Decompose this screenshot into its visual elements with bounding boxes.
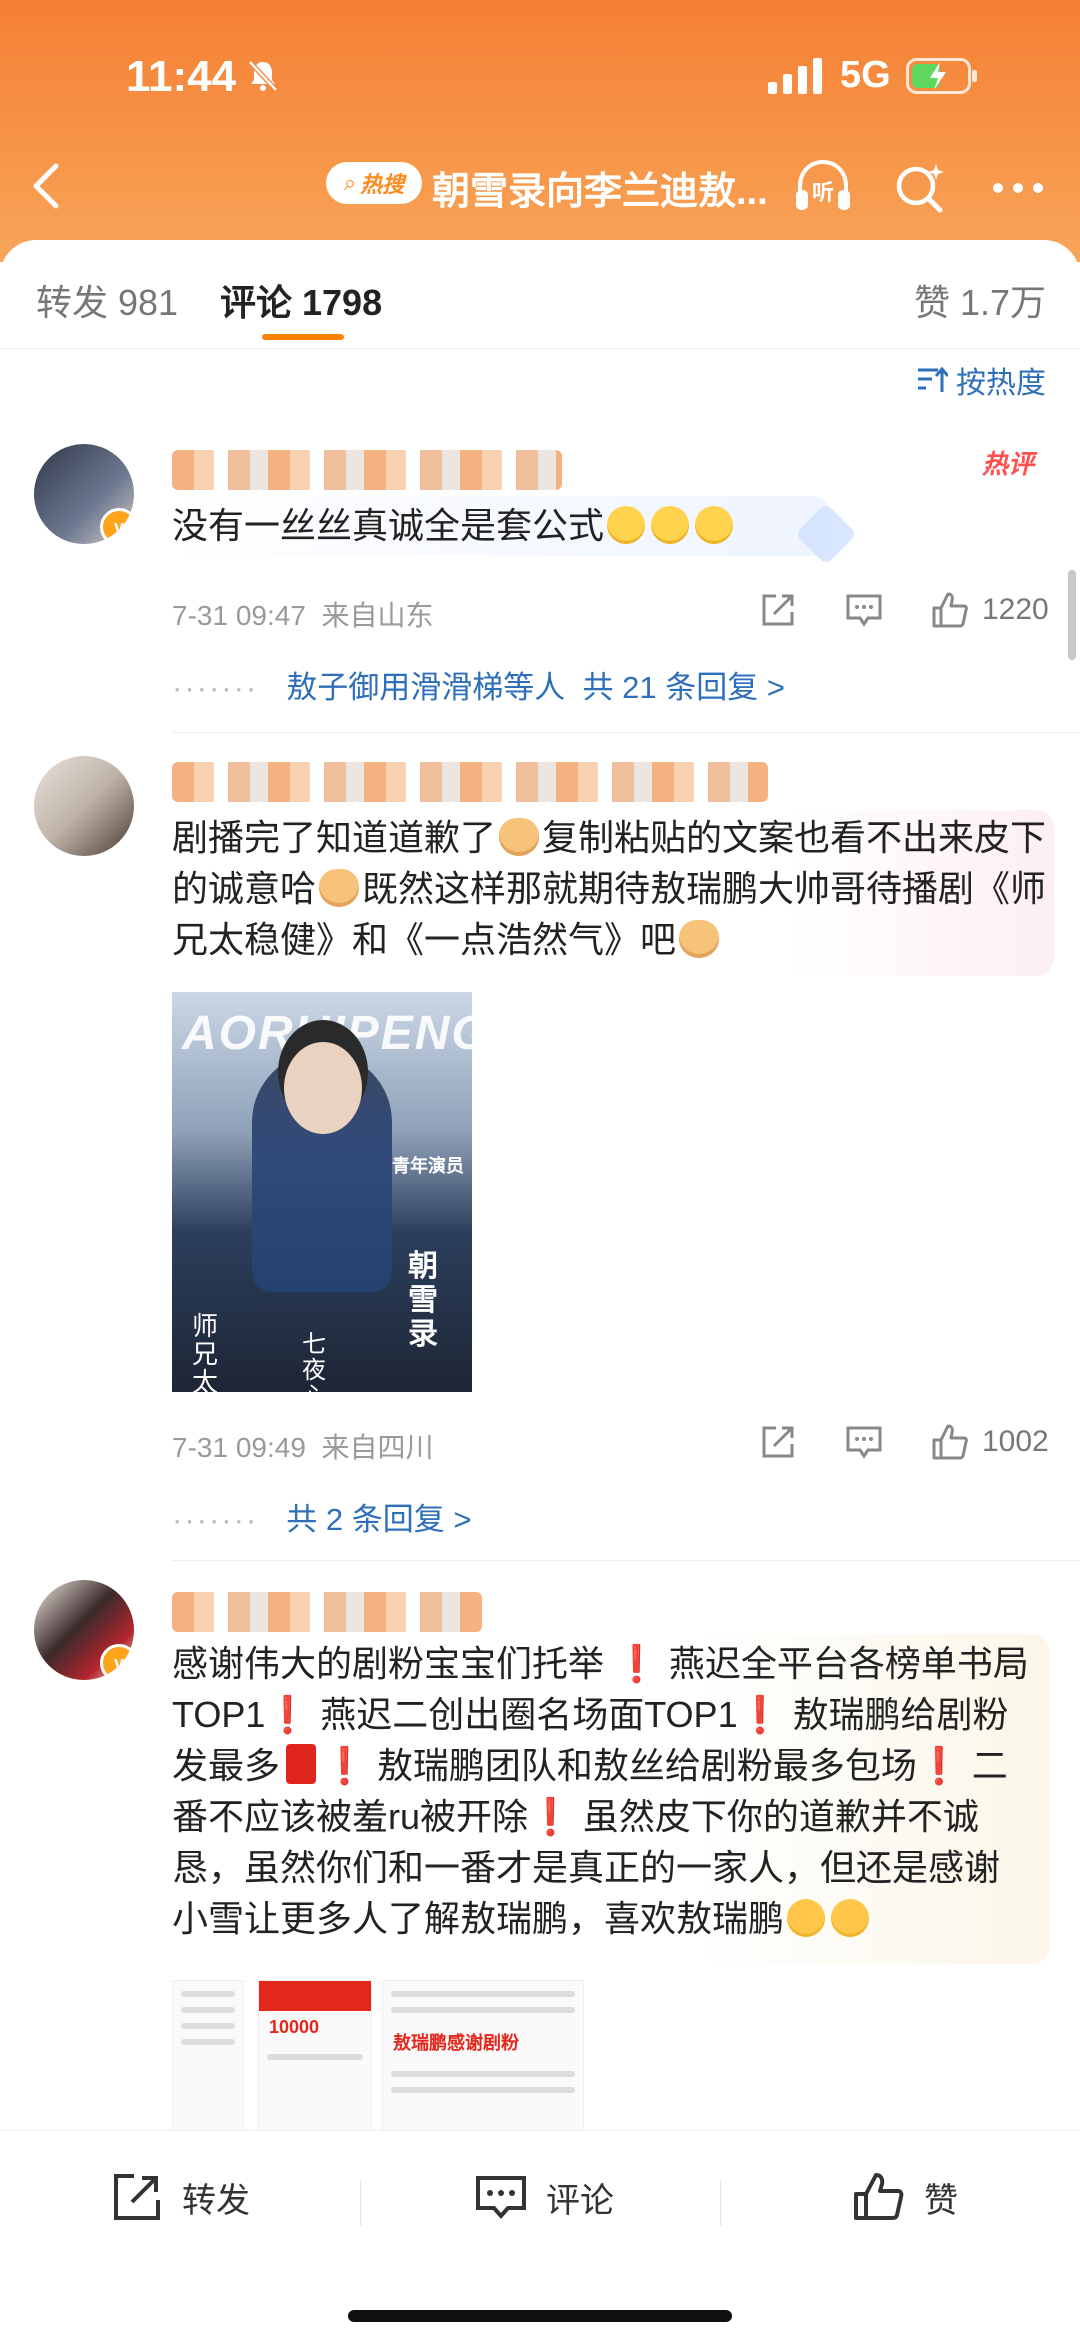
exclamation-icon: ❗ (916, 1745, 962, 1786)
like-count: 1220 (982, 593, 1049, 626)
back-chevron-icon[interactable] (26, 158, 66, 214)
divider (172, 732, 1080, 733)
comment-text: 感谢伟大的剧粉宝宝们托举 ❗ 燕迟全平台各榜单书局TOP1❗ 燕迟二创出圈名场面… (172, 1643, 1029, 1939)
reply-comment-icon[interactable] (844, 590, 884, 630)
signal-icon (768, 58, 822, 94)
battery-charging-icon (906, 58, 977, 94)
divider (172, 1560, 1080, 1561)
sweat-emoji-icon (695, 506, 734, 544)
comment-image-thumbnail[interactable] (172, 1980, 244, 2132)
sweat-emoji-icon (607, 506, 646, 544)
comment-image-poster[interactable]: AORUIPENG 青年演员 朝雪录 师兄太稳健 七夜心 (172, 992, 472, 1392)
avatar[interactable]: v (34, 444, 134, 544)
comment-image-thumbnail[interactable]: 10000 (258, 1980, 372, 2132)
comment-meta: 7-31 09:49 来自四川 (172, 1432, 434, 1463)
listen-headphones-icon[interactable]: 听 (792, 156, 854, 216)
home-indicator[interactable] (348, 2310, 732, 2322)
bottom-like-button[interactable]: 赞 (852, 2170, 958, 2224)
kiss-emoji-icon (787, 1899, 826, 1937)
thumbs-up-icon (854, 2173, 904, 2220)
hot-comment-tag: 热评 (982, 449, 1035, 479)
comment-actions: 1002 (758, 1422, 1049, 1462)
tab-repost[interactable]: 转发 981 (36, 274, 178, 326)
verified-badge-icon: v (100, 1644, 134, 1680)
status-time: 11:44 (126, 52, 237, 101)
verified-badge-icon: v (100, 508, 134, 544)
avatar[interactable] (34, 756, 134, 856)
status-bar: 11:44 5G (0, 0, 1080, 150)
more-options-icon[interactable] (990, 180, 1046, 196)
reply-comment-icon[interactable] (844, 1422, 884, 1462)
bottom-repost-button[interactable]: 转发 (110, 2170, 250, 2224)
divider (360, 2180, 361, 2226)
tab-bar: 转发 981 评论 1798 赞 1.7万 (0, 240, 1080, 349)
thumbs-up-icon[interactable] (930, 590, 970, 630)
comment-meta: 7-31 09:47 来自山东 (172, 600, 434, 631)
kiss-emoji-icon (831, 1899, 870, 1937)
username-blurred[interactable] (172, 1592, 482, 1632)
comment-text: 剧播完了知道道歉了 复制粘贴的文案也看不出来皮下的诚意哈 既然这样那就期待敖瑞鹏大帅… (172, 817, 1047, 960)
network-type: 5G (840, 54, 891, 96)
comment-text: 没有一丝丝真诚全是套公式 (172, 500, 1052, 551)
exclamation-icon: ❗ (528, 1796, 573, 1837)
tab-like[interactable]: 赞 1.7万 (914, 274, 1046, 326)
thumbs-up-icon[interactable] (930, 1422, 970, 1462)
share-icon[interactable] (758, 590, 798, 630)
divider (720, 2180, 721, 2226)
search-icon[interactable] (892, 160, 948, 216)
avatar[interactable]: v (34, 1580, 134, 1680)
share-icon[interactable] (758, 1422, 798, 1462)
comment-image-strip: 10000 敖瑞鹏感谢剧粉 (172, 1980, 584, 2132)
svg-text:听: 听 (812, 181, 834, 206)
active-tab-indicator (262, 334, 344, 340)
bell-off-icon (248, 60, 278, 92)
red-envelope-icon (286, 1744, 317, 1784)
dog-emoji-icon (499, 818, 540, 856)
dog-emoji-icon (319, 869, 360, 907)
exclamation-icon: ❗ (614, 1643, 659, 1684)
page-title[interactable]: 朝雪录向李兰迪敖... (432, 160, 768, 215)
exclamation-icon: ❗ (265, 1694, 311, 1735)
exclamation-icon: ❗ (322, 1745, 367, 1786)
share-icon (114, 2174, 160, 2220)
sweat-emoji-icon (651, 506, 690, 544)
bottom-comment-button[interactable]: 评论 (474, 2170, 614, 2224)
view-replies-link[interactable]: ······· 共 2 条回复 > (172, 1494, 471, 1539)
exclamation-icon: ❗ (737, 1694, 783, 1735)
comment-icon (476, 2176, 526, 2220)
view-replies-link[interactable]: ······· 敖子御用滑滑梯等人 共 21 条回复 > (172, 662, 785, 707)
sort-icon (918, 366, 948, 392)
comment-actions: 1220 (758, 590, 1049, 630)
dog-emoji-icon (679, 920, 720, 958)
username-blurred[interactable] (172, 762, 768, 802)
like-count: 1002 (982, 1425, 1049, 1458)
sort-by-hot-button[interactable]: 按热度 (916, 358, 1046, 402)
hot-search-badge[interactable]: ⌕ 热搜 (326, 162, 422, 204)
poster-person-head (284, 1042, 362, 1134)
scrollbar[interactable] (1068, 570, 1076, 660)
comment-image-thumbnail[interactable]: 敖瑞鹏感谢剧粉 (382, 1980, 584, 2132)
tab-comment[interactable]: 评论 1798 (220, 274, 382, 326)
username-blurred[interactable] (172, 450, 562, 490)
search-small-icon: ⌕ (343, 170, 357, 195)
